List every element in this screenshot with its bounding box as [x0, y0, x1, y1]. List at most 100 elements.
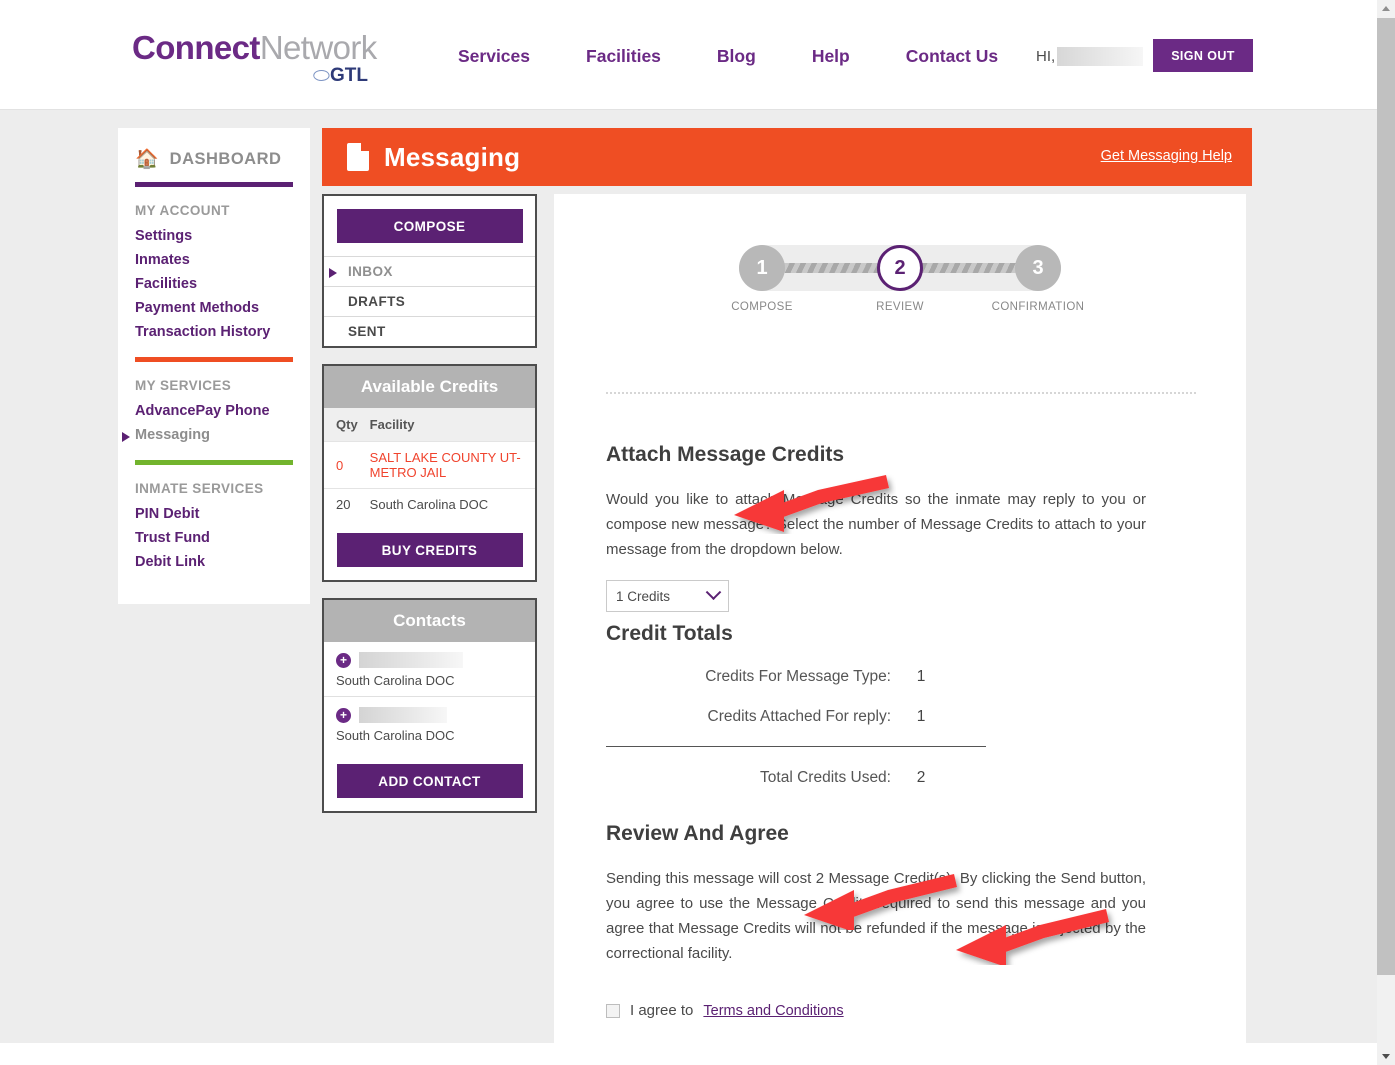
totals-divider [606, 746, 986, 748]
step-2-label: REVIEW [876, 301, 924, 313]
sidebar: 🏠 DASHBOARD MY ACCOUNT Settings Inmates … [118, 128, 310, 604]
list-item[interactable]: + South Carolina DOC [324, 696, 535, 751]
connectnetwork-logo[interactable]: ConnectNetwork ⬭GTL [132, 29, 377, 92]
sidebar-item-trust-fund[interactable]: Trust Fund [118, 526, 310, 550]
step-indicator: 1 2 3 COMPOSE REVIEW CONFIRMATION [731, 239, 1084, 313]
nav-item-facilities[interactable]: Facilities [558, 46, 689, 67]
grand-total-label: Total Credits Used: [760, 769, 891, 787]
column-qty: Qty [324, 408, 364, 442]
terms-and-conditions-link[interactable]: Terms and Conditions [703, 1003, 843, 1019]
total-label: Credits Attached For reply: [707, 708, 892, 726]
sidebar-item-advancepay-phone[interactable]: AdvancePay Phone [118, 399, 310, 423]
attach-message-credits-section: Attach Message Credits Would you like to… [606, 426, 1146, 613]
cell-qty: 0 [324, 441, 364, 489]
sidebar-item-pin-debit[interactable]: PIN Debit [118, 502, 310, 526]
review-and-agree-section: Review And Agree Sending this message wi… [606, 805, 1146, 1019]
list-item[interactable]: + South Carolina DOC [324, 642, 535, 696]
total-label: Credits For Message Type: [705, 668, 891, 686]
attach-heading: Attach Message Credits [606, 443, 845, 467]
chevron-down-icon [705, 584, 722, 600]
logo-network: Network [259, 29, 377, 66]
logo-connect: Connect [132, 29, 260, 66]
nav-item-help[interactable]: Help [784, 46, 878, 67]
contact-name-redacted [359, 652, 463, 668]
sidebar-item-facilities[interactable]: Facilities [118, 272, 310, 296]
scroll-up-arrow-icon[interactable] [1377, 0, 1395, 18]
user-greeting: HI, [1036, 47, 1144, 66]
table-row: 20 South Carolina DOC [324, 488, 535, 520]
folder-sent[interactable]: SENT [324, 316, 535, 346]
scrollbar-thumb[interactable] [1377, 18, 1395, 975]
folder-inbox[interactable]: INBOX [324, 256, 535, 286]
document-icon [347, 143, 369, 171]
contact-facility: South Carolina DOC [336, 673, 455, 688]
nav-item-blog[interactable]: Blog [689, 46, 784, 67]
cell-facility: South Carolina DOC [363, 488, 535, 520]
page-title: Messaging [384, 141, 521, 172]
sidebar-item-debit-link[interactable]: Debit Link [118, 550, 310, 574]
nav-item-services[interactable]: Services [430, 46, 558, 67]
sidebar-item-inmates[interactable]: Inmates [118, 248, 310, 272]
compose-button[interactable]: COMPOSE [336, 209, 523, 243]
contact-facility: South Carolina DOC [336, 728, 455, 743]
nav-item-contact-us[interactable]: Contact Us [878, 46, 1026, 67]
plus-icon[interactable]: + [336, 652, 351, 668]
buy-credits-button[interactable]: BUY CREDITS [336, 533, 523, 567]
step-1-label: COMPOSE [731, 301, 793, 313]
contacts-title: Contacts [324, 600, 535, 642]
step-3-label: CONFIRMATION [991, 301, 1085, 313]
contacts-panel: Contacts + South Carolina DOC + South Ca… [322, 598, 537, 813]
sidebar-item-messaging[interactable]: Messaging [118, 423, 310, 447]
review-agree-heading: Review And Agree [606, 822, 789, 846]
contact-name-redacted [359, 707, 447, 723]
cell-qty: 20 [324, 488, 364, 520]
credit-totals-heading: Credit Totals [606, 622, 733, 646]
column-facility: Facility [363, 408, 535, 442]
scroll-down-arrow-icon[interactable] [1377, 1047, 1395, 1065]
table-header-row: Qty Facility [324, 408, 535, 442]
sidebar-item-dashboard[interactable]: 🏠 DASHBOARD [118, 128, 310, 169]
available-credits-panel: Available Credits Qty Facility 0 SALT LA… [322, 364, 537, 582]
total-row-attached-reply: Credits Attached For reply: 1 [606, 708, 1146, 726]
grand-total-value: 2 [916, 769, 926, 787]
add-contact-button[interactable]: ADD CONTACT [336, 764, 523, 798]
sidebar-group-my-services: MY SERVICES [135, 378, 232, 393]
plus-icon[interactable]: + [336, 707, 351, 723]
folder-drafts[interactable]: DRAFTS [324, 286, 535, 316]
site-header: ConnectNetwork ⬭GTL Services Facilities … [0, 0, 1377, 110]
get-messaging-help-link[interactable]: Get Messaging Help [1101, 148, 1232, 164]
total-value: 1 [916, 668, 926, 686]
home-icon: 🏠 [135, 149, 159, 170]
agree-label: I agree to [630, 1002, 694, 1020]
sidebar-item-settings[interactable]: Settings [118, 224, 310, 248]
credits-dropdown-value: 1 Credits [616, 588, 671, 604]
greeting-text: HI, [1036, 48, 1056, 65]
step-2-review[interactable]: 2 [877, 245, 923, 291]
review-card: 1 2 3 COMPOSE REVIEW CONFIRMATION Attach… [554, 194, 1246, 1043]
gtl-label: GTL [330, 65, 368, 86]
available-credits-title: Available Credits [324, 366, 535, 408]
dashboard-label: DASHBOARD [169, 150, 282, 168]
page-scrollbar[interactable] [1377, 0, 1395, 1065]
swoosh-icon: ⬭ [312, 65, 330, 87]
messaging-header-bar: Messaging Get Messaging Help [322, 128, 1252, 186]
sidebar-group-inmate-services: INMATE SERVICES [135, 481, 264, 496]
attach-body-text: Would you like to attach Message Credits… [606, 491, 1146, 559]
credit-totals-section: Credit Totals Credits For Message Type: … [606, 605, 1146, 787]
sidebar-item-transaction-history[interactable]: Transaction History [118, 320, 310, 344]
section-divider [606, 392, 1196, 394]
sidebar-item-payment-methods[interactable]: Payment Methods [118, 296, 310, 320]
sidebar-group-my-account: MY ACCOUNT [135, 203, 230, 218]
cell-facility: SALT LAKE COUNTY UT-METRO JAIL [363, 441, 535, 489]
sign-out-button[interactable]: SIGN OUT [1153, 39, 1253, 72]
step-1-compose[interactable]: 1 [739, 245, 785, 291]
main-navigation: Services Facilities Blog Help Contact Us [430, 46, 1026, 67]
review-agree-body-text: Sending this message will cost 2 Message… [606, 870, 1146, 963]
available-credits-table: Qty Facility 0 SALT LAKE COUNTY UT-METRO… [324, 408, 535, 520]
total-row-message-type: Credits For Message Type: 1 [606, 668, 1146, 686]
agree-checkbox[interactable] [606, 1003, 620, 1018]
agree-row: I agree to Terms and Conditions [606, 1002, 1146, 1019]
step-3-confirmation[interactable]: 3 [1015, 245, 1061, 291]
logo-wordmark: ConnectNetwork [132, 29, 377, 66]
total-value: 1 [916, 708, 926, 726]
